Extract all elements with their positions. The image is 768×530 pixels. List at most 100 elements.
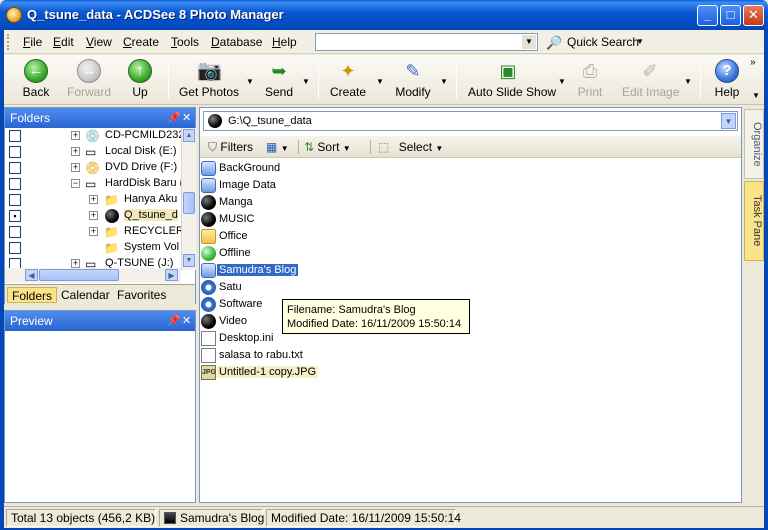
list-item[interactable]: Office <box>200 228 500 245</box>
chevron-down-icon[interactable]: ▼ <box>684 77 692 86</box>
list-item-selected[interactable]: Samudra's Blog <box>200 262 500 279</box>
tab-task-pane[interactable]: Task Pane <box>744 181 764 261</box>
toolbar-separator <box>456 61 457 99</box>
list-item[interactable]: BackGround <box>200 160 500 177</box>
scroll-up-icon[interactable]: ▲ <box>183 129 195 142</box>
tree-checkbox[interactable] <box>9 178 21 190</box>
scroll-left-icon[interactable]: ◀ <box>25 269 38 281</box>
tree-item[interactable]: − ▭ HardDisk Baru ( <box>5 176 183 192</box>
modify-button[interactable]: ✎ Modify ▼ <box>394 57 448 99</box>
expand-icon[interactable]: + <box>71 163 80 172</box>
menu-tools[interactable]: Tools <box>171 35 199 49</box>
tree-item[interactable]: + 📁 Hanya Aku <box>5 192 183 208</box>
chevron-down-icon[interactable]: ▼ <box>721 113 736 129</box>
menu-file[interactable]: File <box>23 35 42 49</box>
menu-edit[interactable]: Edit <box>53 35 74 49</box>
view-mode-button[interactable]: ▦ ▼ <box>266 140 289 154</box>
tree-item-label: DVD Drive (F:) <box>105 161 178 173</box>
close-panel-icon[interactable]: ✕ <box>182 311 191 331</box>
menu-create[interactable]: Create <box>123 35 159 49</box>
tab-calendar[interactable]: Calendar <box>57 287 114 303</box>
list-item[interactable]: Manga <box>200 194 500 211</box>
expand-icon[interactable]: + <box>89 195 98 204</box>
location-combo[interactable]: ▼ <box>315 33 538 51</box>
list-item[interactable]: Image Data <box>200 177 500 194</box>
tree-checkbox[interactable] <box>9 130 21 142</box>
tree-checkbox[interactable] <box>9 226 21 238</box>
list-item[interactable]: JPG Untitled-1 copy.JPG <box>200 364 500 381</box>
chevron-down-icon[interactable]: ▼ <box>522 35 536 49</box>
tab-folders[interactable]: Folders <box>7 287 58 303</box>
maximize-button[interactable]: □ <box>720 5 741 26</box>
chevron-down-icon[interactable]: ▼ <box>302 77 310 86</box>
expand-icon[interactable]: + <box>71 131 80 140</box>
pin-icon[interactable]: 📌 <box>167 311 181 331</box>
tree-checkbox-partial[interactable]: ▪ <box>9 210 21 222</box>
pin-icon[interactable]: 📌 <box>167 108 181 128</box>
list-item[interactable]: MUSIC <box>200 211 500 228</box>
menu-help[interactable]: Help <box>272 35 297 49</box>
tree-checkbox[interactable] <box>9 194 21 206</box>
list-item[interactable]: salasa to rabu.txt <box>200 347 500 364</box>
collapse-icon[interactable]: − <box>71 179 80 188</box>
tab-favorites[interactable]: Favorites <box>113 287 170 303</box>
back-button[interactable]: ← Back <box>20 57 52 99</box>
print-button[interactable]: ⎙ Print <box>576 57 604 99</box>
tree-item[interactable]: 📁 System Vol <box>5 240 183 256</box>
modify-label: Modify <box>395 85 431 99</box>
scroll-down-icon[interactable]: ▼ <box>183 254 195 267</box>
select-button[interactable]: ⬚ Select ▼ <box>378 140 443 154</box>
title-bar[interactable]: Q_tsune_data - ACDSee 8 Photo Manager _ … <box>0 0 768 30</box>
tree-item-selected[interactable]: ▪ + Q_tsune_d <box>5 208 183 224</box>
toolbar-overflow-icon[interactable]: » <box>750 57 756 68</box>
chevron-down-icon[interactable]: ▼ <box>752 91 760 100</box>
file-tooltip: Filename: Samudra's Blog Modified Date: … <box>282 299 470 334</box>
list-item[interactable]: Satu <box>200 279 500 296</box>
chevron-down-icon[interactable]: ▼ <box>246 77 254 86</box>
toolbar-separator <box>318 61 319 99</box>
menu-view[interactable]: View <box>86 35 112 49</box>
tree-checkbox[interactable] <box>9 146 21 158</box>
menu-database[interactable]: Database <box>211 35 262 49</box>
tab-organize[interactable]: Organize <box>744 109 764 179</box>
sort-button[interactable]: ⇅ Sort ▼ <box>304 140 351 154</box>
tooltip-modified-date: Modified Date: 16/11/2009 15:50:14 <box>287 318 462 330</box>
expand-icon[interactable]: + <box>71 147 80 156</box>
funnel-icon: ⛉ <box>208 140 218 154</box>
quick-search-label: Quick Search <box>567 35 640 49</box>
help-button[interactable]: ? Help <box>712 57 742 99</box>
tree-checkbox[interactable] <box>9 162 21 174</box>
chevron-down-icon[interactable]: ▼ <box>558 77 566 86</box>
menu-grip[interactable] <box>7 34 10 50</box>
tree-item[interactable]: + ▭ Local Disk (E:) <box>5 144 183 160</box>
create-button[interactable]: ✦ Create ▼ <box>330 57 384 99</box>
folder-tree-horizontal-scrollbar[interactable]: ◀ ▶ <box>5 268 181 283</box>
scroll-right-icon[interactable]: ▶ <box>165 269 178 281</box>
tree-item[interactable]: + 💿 CD-PCMILD232 <box>5 128 183 144</box>
chevron-down-icon[interactable]: ▼ <box>440 77 448 86</box>
filters-button[interactable]: ⛉ Filters <box>208 140 253 155</box>
list-item[interactable]: Offline <box>200 245 500 262</box>
expand-icon[interactable]: + <box>71 259 80 268</box>
close-button[interactable]: ✕ <box>743 5 764 26</box>
tree-item[interactable]: + 📁 RECYCLER <box>5 224 183 240</box>
close-panel-icon[interactable]: ✕ <box>182 108 191 128</box>
app-icon[interactable] <box>6 7 22 23</box>
folder-tree-vertical-scrollbar[interactable]: ▲ ▼ <box>181 128 196 270</box>
edit-image-button[interactable]: ✐ Edit Image ▼ <box>622 57 692 99</box>
expand-icon[interactable]: + <box>89 211 98 220</box>
send-button[interactable]: ➥ Send ▼ <box>264 57 310 99</box>
tree-checkbox[interactable] <box>9 242 21 254</box>
scroll-thumb[interactable] <box>183 192 195 214</box>
expand-icon[interactable]: + <box>89 227 98 236</box>
minimize-button[interactable]: _ <box>697 5 718 26</box>
tree-item-label: CD-PCMILD232 <box>105 129 183 141</box>
chevron-down-icon[interactable]: ▼ <box>376 77 384 86</box>
forward-button[interactable]: → Forward <box>66 57 112 99</box>
path-bar[interactable]: G:\Q_tsune_data ▼ <box>203 111 738 131</box>
get-photos-button[interactable]: 📷 Get Photos ▼ <box>178 57 254 99</box>
up-button[interactable]: ↑ Up <box>124 57 156 99</box>
scroll-thumb[interactable] <box>39 269 119 281</box>
auto-slide-show-button[interactable]: ▣ Auto Slide Show ▼ <box>468 57 566 99</box>
tree-item[interactable]: + 📀 DVD Drive (F:) <box>5 160 183 176</box>
